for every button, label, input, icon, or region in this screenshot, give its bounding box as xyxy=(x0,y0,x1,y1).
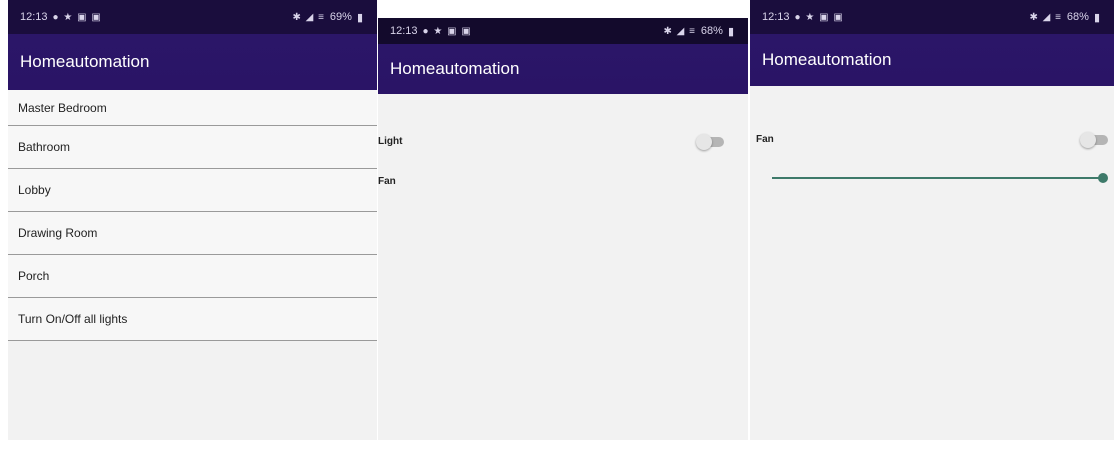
toggle-thumb xyxy=(1080,132,1096,148)
slider-thumb[interactable] xyxy=(1098,173,1108,183)
fan-label: Fan xyxy=(756,133,774,145)
room-list: Master Bedroom Bathroom Lobby Drawing Ro… xyxy=(8,90,377,341)
list-item-bathroom[interactable]: Bathroom xyxy=(8,126,377,169)
status-bar: 12:13 ● ★ ▣ ▣ ✱ ◢ ≡ 68% ▮ xyxy=(750,0,1114,34)
notification-icons: ● ★ ▣ ▣ xyxy=(422,25,472,37)
status-time: 12:13 xyxy=(390,25,418,37)
fan-row: Fan xyxy=(750,124,1114,154)
slider-track xyxy=(772,177,1102,179)
screenshots-canvas: 12:13 ● ★ ▣ ▣ ✱ ◢ ≡ 69% ▮ Homeautomation… xyxy=(0,0,1114,449)
notification-icons: ● ★ ▣ ▣ xyxy=(52,11,102,23)
fan-speed-slider[interactable] xyxy=(772,172,1108,184)
list-item-all-lights[interactable]: Turn On/Off all lights xyxy=(8,298,377,341)
fan-control-screen: 12:13 ● ★ ▣ ▣ ✱ ◢ ≡ 68% ▮ Homeautomation… xyxy=(750,0,1114,440)
status-bar: 12:13 ● ★ ▣ ▣ ✱ ◢ ≡ 69% ▮ xyxy=(8,0,377,34)
fan-row: Fan xyxy=(378,166,748,196)
room-controls-screen: 12:13 ● ★ ▣ ▣ ✱ ◢ ≡ 68% ▮ Homeautomation… xyxy=(378,18,748,440)
room-list-screen: 12:13 ● ★ ▣ ▣ ✱ ◢ ≡ 69% ▮ Homeautomation… xyxy=(8,0,377,440)
app-bar: Homeautomation xyxy=(378,44,748,94)
app-bar: Homeautomation xyxy=(750,34,1114,86)
signal-icons: ✱ ◢ ≡ xyxy=(292,11,325,23)
battery-icon: ▮ xyxy=(1093,11,1100,24)
app-title: Homeautomation xyxy=(762,50,892,69)
status-time: 12:13 xyxy=(762,11,790,23)
app-title: Homeautomation xyxy=(20,52,150,71)
light-toggle[interactable] xyxy=(696,134,726,150)
list-item-porch[interactable]: Porch xyxy=(8,255,377,298)
list-item-drawing-room[interactable]: Drawing Room xyxy=(8,212,377,255)
status-time: 12:13 xyxy=(20,11,48,23)
fan-label: Fan xyxy=(378,175,396,187)
battery-icon: ▮ xyxy=(356,11,363,24)
signal-icons: ✱ ◢ ≡ xyxy=(663,25,696,37)
toggle-thumb xyxy=(696,134,712,150)
list-item-lobby[interactable]: Lobby xyxy=(8,169,377,212)
light-row: Light xyxy=(378,126,748,156)
fan-toggle[interactable] xyxy=(1080,132,1110,148)
app-title: Homeautomation xyxy=(390,59,520,78)
status-bar: 12:13 ● ★ ▣ ▣ ✱ ◢ ≡ 68% ▮ xyxy=(378,18,748,44)
light-label: Light xyxy=(378,135,403,147)
app-bar: Homeautomation xyxy=(8,34,377,90)
battery-icon: ▮ xyxy=(727,25,734,38)
battery-level: 69% xyxy=(329,11,352,23)
list-item-master-bedroom[interactable]: Master Bedroom xyxy=(8,90,377,126)
signal-icons: ✱ ◢ ≡ xyxy=(1029,11,1062,23)
notification-icons: ● ★ ▣ ▣ xyxy=(794,11,844,23)
battery-level: 68% xyxy=(700,25,723,37)
battery-level: 68% xyxy=(1066,11,1089,23)
